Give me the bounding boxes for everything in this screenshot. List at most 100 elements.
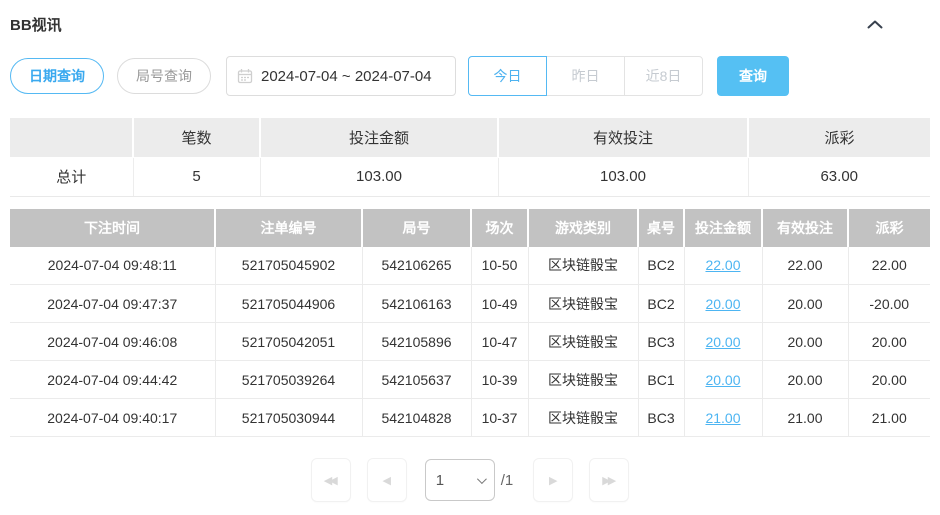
cell-bet-id: 521705045902	[215, 247, 362, 285]
bet-records-table: 下注时间 注单编号 局号 场次 游戏类别 桌号 投注金额 有效投注 派彩 202…	[10, 209, 930, 438]
calendar-icon	[237, 68, 253, 84]
bb-video-panel: BB视讯 日期查询 局号查询 2024-07-04 ~ 2024-07-04	[0, 0, 940, 515]
search-button[interactable]: 查询	[717, 56, 789, 96]
chevron-down-icon	[477, 474, 487, 484]
cell-round-id: 542105896	[362, 323, 471, 361]
cell-table-no: BC3	[638, 399, 684, 437]
cell-valid-bet: 20.00	[762, 361, 848, 399]
first-page-button[interactable]: ◀◀	[311, 458, 351, 502]
cell-bet-id: 521705044906	[215, 285, 362, 323]
col-bet-amount: 投注金额	[684, 209, 762, 247]
cell-game-type: 区块链骰宝	[528, 361, 638, 399]
panel-title: BB视讯	[10, 14, 62, 35]
summary-header-valid-bet: 有效投注	[498, 118, 748, 157]
summary-total-count: 5	[133, 157, 260, 196]
summary-header-bet-amount: 投注金额	[260, 118, 498, 157]
col-bet-id: 注单编号	[215, 209, 362, 247]
cell-bet-id: 521705042051	[215, 323, 362, 361]
cell-payout: 20.00	[848, 323, 930, 361]
cell-game-type: 区块链骰宝	[528, 247, 638, 285]
date-range-value: 2024-07-04 ~ 2024-07-04	[261, 68, 432, 85]
cell-table-no: BC3	[638, 323, 684, 361]
date-range-input[interactable]: 2024-07-04 ~ 2024-07-04	[226, 56, 456, 96]
tab-round-query[interactable]: 局号查询	[117, 58, 211, 94]
cell-session: 10-47	[471, 323, 528, 361]
cell-round-id: 542104828	[362, 399, 471, 437]
bet-amount-link[interactable]: 22.00	[705, 257, 740, 273]
page-select-value: 1	[436, 472, 477, 489]
panel-header: BB视讯	[10, 12, 930, 36]
cell-valid-bet: 20.00	[762, 323, 848, 361]
table-row: 2024-07-04 09:46:08 521705042051 5421058…	[10, 323, 930, 361]
cell-table-no: BC1	[638, 361, 684, 399]
summary-header-payout: 派彩	[748, 118, 930, 157]
cell-session: 10-37	[471, 399, 528, 437]
range-yesterday-button[interactable]: 昨日	[546, 56, 625, 96]
col-payout: 派彩	[848, 209, 930, 247]
tab-date-query[interactable]: 日期查询	[10, 58, 104, 94]
cell-session: 10-50	[471, 247, 528, 285]
cell-bet-id: 521705030944	[215, 399, 362, 437]
cell-round-id: 542106265	[362, 247, 471, 285]
cell-game-type: 区块链骰宝	[528, 285, 638, 323]
cell-bet-time: 2024-07-04 09:40:17	[10, 399, 215, 437]
prev-page-button[interactable]: ◀	[367, 458, 407, 502]
double-left-arrow-icon: ◀◀	[324, 474, 335, 487]
cell-payout: 22.00	[848, 247, 930, 285]
cell-session: 10-49	[471, 285, 528, 323]
filter-toolbar: 日期查询 局号查询 2024-07-04 ~ 2024-07-04 今日 昨日 …	[10, 56, 930, 96]
col-bet-time: 下注时间	[10, 209, 215, 247]
bet-amount-link[interactable]: 20.00	[705, 334, 740, 350]
cell-round-id: 542106163	[362, 285, 471, 323]
summary-header-row: 笔数 投注金额 有效投注 派彩	[10, 118, 930, 157]
pagination: ◀◀ ◀ 1 /1 ▶ ▶▶	[10, 458, 930, 502]
cell-valid-bet: 20.00	[762, 285, 848, 323]
cell-session: 10-39	[471, 361, 528, 399]
summary-total-label: 总计	[10, 157, 133, 196]
summary-header-count: 笔数	[133, 118, 260, 157]
cell-valid-bet: 21.00	[762, 399, 848, 437]
summary-total-bet-amount: 103.00	[260, 157, 498, 196]
bet-amount-link[interactable]: 20.00	[705, 372, 740, 388]
right-arrow-icon: ▶	[549, 474, 554, 487]
summary-total-valid-bet: 103.00	[498, 157, 748, 196]
cell-game-type: 区块链骰宝	[528, 323, 638, 361]
cell-valid-bet: 22.00	[762, 247, 848, 285]
cell-game-type: 区块链骰宝	[528, 399, 638, 437]
cell-bet-id: 521705039264	[215, 361, 362, 399]
cell-payout: -20.00	[848, 285, 930, 323]
table-row: 2024-07-04 09:47:37 521705044906 5421061…	[10, 285, 930, 323]
bet-amount-link[interactable]: 21.00	[705, 410, 740, 426]
chevron-up-icon	[867, 20, 883, 29]
quick-range-group: 今日 昨日 近8日	[468, 56, 703, 96]
cell-table-no: BC2	[638, 285, 684, 323]
cell-bet-time: 2024-07-04 09:44:42	[10, 361, 215, 399]
col-session: 场次	[471, 209, 528, 247]
table-row: 2024-07-04 09:44:42 521705039264 5421056…	[10, 361, 930, 399]
last-page-button[interactable]: ▶▶	[589, 458, 629, 502]
col-round-id: 局号	[362, 209, 471, 247]
range-last8days-button[interactable]: 近8日	[624, 56, 703, 96]
cell-round-id: 542105637	[362, 361, 471, 399]
summary-total-payout: 63.00	[748, 157, 930, 196]
cell-bet-time: 2024-07-04 09:48:11	[10, 247, 215, 285]
cell-bet-time: 2024-07-04 09:47:37	[10, 285, 215, 323]
collapse-button[interactable]	[860, 13, 890, 35]
page-select[interactable]: 1	[425, 459, 495, 501]
cell-payout: 20.00	[848, 361, 930, 399]
range-today-button[interactable]: 今日	[468, 56, 547, 96]
col-table-no: 桌号	[638, 209, 684, 247]
cell-payout: 21.00	[848, 399, 930, 437]
left-arrow-icon: ◀	[383, 474, 388, 487]
next-page-button[interactable]: ▶	[533, 458, 573, 502]
col-valid-bet: 有效投注	[762, 209, 848, 247]
table-header-row: 下注时间 注单编号 局号 场次 游戏类别 桌号 投注金额 有效投注 派彩	[10, 209, 930, 247]
table-row: 2024-07-04 09:48:11 521705045902 5421062…	[10, 247, 930, 285]
cell-table-no: BC2	[638, 247, 684, 285]
table-row: 2024-07-04 09:40:17 521705030944 5421048…	[10, 399, 930, 437]
summary-table: 笔数 投注金额 有效投注 派彩 总计 5 103.00 103.00 63.00	[10, 118, 930, 197]
summary-total-row: 总计 5 103.00 103.00 63.00	[10, 157, 930, 196]
summary-header-empty	[10, 118, 133, 157]
bet-amount-link[interactable]: 20.00	[705, 296, 740, 312]
col-game-type: 游戏类别	[528, 209, 638, 247]
